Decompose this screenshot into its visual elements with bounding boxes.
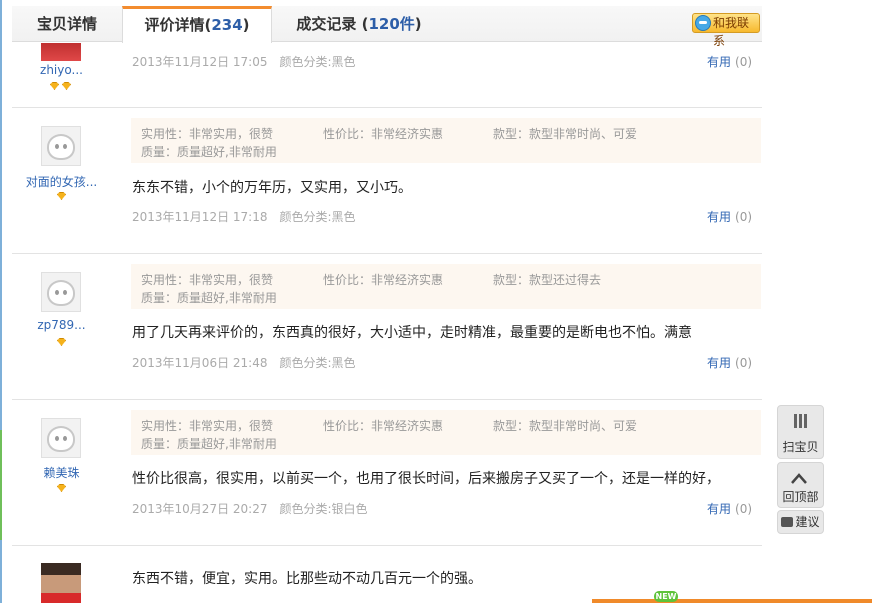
review-color: 颜色分类:黑色 — [279, 55, 356, 69]
chat-bubble-icon — [695, 15, 711, 31]
tab-label: 评价详情( — [144, 16, 212, 34]
tag-practical: 实用性：非常实用，很赞 — [141, 273, 274, 287]
tag-style: 款型：款型非常时尚、可爱 — [493, 127, 638, 141]
rank-diamond-icon — [57, 484, 66, 492]
chevron-up-icon — [791, 473, 807, 484]
comment-icon — [781, 517, 794, 527]
review-meta: 2013年10月27日 20:27 颜色分类:银白色 — [132, 500, 368, 517]
avatar[interactable] — [41, 563, 81, 603]
tab-item-details[interactable]: 宝贝详情 — [12, 6, 122, 42]
review-meta: 2013年11月12日 17:18 颜色分类:黑色 — [132, 208, 356, 225]
avatar[interactable] — [41, 418, 81, 458]
reviewer-nick[interactable]: 对面的女孩... — [14, 173, 109, 190]
divider — [12, 399, 762, 400]
back-to-top-button[interactable]: 回顶部 — [777, 462, 824, 508]
review-meta: 2013年11月12日 17:05 颜色分类:黑色 — [132, 53, 356, 70]
review-tags: 实用性：非常实用，很赞 性价比：非常经济实惠 款型：款型非常时尚、可爱 质量：质… — [131, 410, 761, 455]
tag-practical: 实用性：非常实用，很赞 — [141, 127, 274, 141]
rank-diamond-icon — [50, 82, 59, 90]
tag-quality: 质量：质量超好,非常耐用 — [141, 291, 277, 305]
avatar[interactable] — [41, 272, 81, 312]
reviewer-nick[interactable]: 赖美珠 — [14, 464, 109, 481]
reviewer-nick[interactable]: zhiyo... — [14, 63, 109, 77]
review-date: 2013年11月06日 21:48 — [132, 356, 268, 370]
useful-button[interactable]: 有用 (0) — [707, 354, 752, 371]
tab-bar: 宝贝详情 评价详情(234) 成交记录 (120件) 和我联系 — [12, 6, 762, 48]
divider — [12, 253, 762, 254]
default-avatar-icon — [47, 134, 75, 160]
tag-quality: 质量：质量超好,非常耐用 — [141, 437, 277, 451]
useful-count: (0) — [735, 210, 753, 224]
useful-button[interactable]: 有用 (0) — [707, 208, 752, 225]
qr-code-icon — [794, 414, 808, 428]
review-page: 宝贝详情 评价详情(234) 成交记录 (120件) 和我联系 zhiyo...… — [0, 0, 872, 603]
useful-button[interactable]: 有用 (0) — [707, 500, 752, 517]
scan-item-button[interactable]: 扫宝贝 — [777, 405, 824, 459]
tag-style: 款型：款型还过得去 — [493, 273, 602, 287]
review-date: 2013年10月27日 20:27 — [132, 502, 268, 516]
rank-diamond-icon — [57, 338, 66, 346]
default-avatar-icon — [47, 426, 75, 452]
tag-practical: 实用性：非常实用，很赞 — [141, 419, 274, 433]
reviewer-nick[interactable]: zp789... — [14, 318, 109, 332]
tab-transactions[interactable]: 成交记录 (120件) — [284, 6, 434, 42]
default-avatar-icon — [47, 280, 75, 306]
feedback-label: 建议 — [795, 515, 820, 529]
useful-label: 有用 — [707, 55, 732, 69]
tag-value: 性价比：非常经济实惠 — [323, 419, 444, 433]
avatar[interactable] — [41, 126, 81, 166]
tag-value: 性价比：非常经济实惠 — [323, 127, 444, 141]
useful-count: (0) — [735, 55, 753, 69]
tab-count: 120件 — [368, 15, 415, 33]
review-meta: 2013年11月06日 21:48 颜色分类:黑色 — [132, 354, 356, 371]
rank-diamond-icon — [62, 82, 71, 90]
review-color: 颜色分类:银白色 — [279, 502, 368, 516]
review-color: 颜色分类:黑色 — [279, 356, 356, 370]
scan-label: 扫宝贝 — [782, 440, 819, 454]
tag-quality: 质量：质量超好,非常耐用 — [141, 145, 277, 159]
useful-label: 有用 — [707, 356, 732, 370]
tab-suffix: ) — [414, 15, 422, 33]
tag-value: 性价比：非常经济实惠 — [323, 273, 444, 287]
bottom-bar — [592, 599, 872, 603]
review-content: 性价比很高，很实用，以前买一个，也用了很长时间，后来搬房子又买了一个，还是一样的… — [132, 471, 720, 487]
useful-label: 有用 — [707, 210, 732, 224]
review-content: 东东不错，小个的万年历，又实用，又小巧。 — [132, 180, 412, 196]
review-content: 用了几天再来评价的，东西真的很好，大小适中，走时精准，最重要的是断电也不怕。满意 — [132, 325, 692, 341]
tab-count: 234 — [211, 16, 243, 34]
divider — [12, 107, 762, 108]
top-label: 回顶部 — [782, 490, 819, 504]
contact-label: 和我联系 — [713, 16, 750, 48]
review-date: 2013年11月12日 17:05 — [132, 55, 268, 69]
tab-label: 成交记录 ( — [296, 15, 369, 33]
review-date: 2013年11月12日 17:18 — [132, 210, 268, 224]
new-badge: NEW — [654, 591, 678, 602]
review-tags: 实用性：非常实用，很赞 性价比：非常经济实惠 款型：款型还过得去 质量：质量超好… — [131, 264, 761, 309]
useful-label: 有用 — [707, 502, 732, 516]
review-tags: 实用性：非常实用，很赞 性价比：非常经济实惠 款型：款型非常时尚、可爱 质量：质… — [131, 118, 761, 163]
useful-count: (0) — [735, 502, 753, 516]
tab-suffix: ) — [242, 16, 250, 34]
tab-label: 宝贝详情 — [36, 15, 97, 33]
tab-reviews[interactable]: 评价详情(234) — [122, 6, 272, 43]
useful-button[interactable]: 有用 (0) — [707, 53, 752, 70]
review-content: 东西不错，便宜，实用。比那些动不动几百元一个的强。 — [132, 571, 482, 587]
review-color: 颜色分类:黑色 — [279, 210, 356, 224]
feedback-button[interactable]: 建议 — [777, 510, 824, 534]
left-border-accent — [0, 430, 2, 540]
rank-diamond-icon — [57, 192, 66, 200]
divider — [12, 545, 762, 546]
useful-count: (0) — [735, 356, 753, 370]
avatar[interactable] — [41, 43, 81, 61]
contact-seller-button[interactable]: 和我联系 — [692, 13, 760, 48]
tag-style: 款型：款型非常时尚、可爱 — [493, 419, 638, 433]
